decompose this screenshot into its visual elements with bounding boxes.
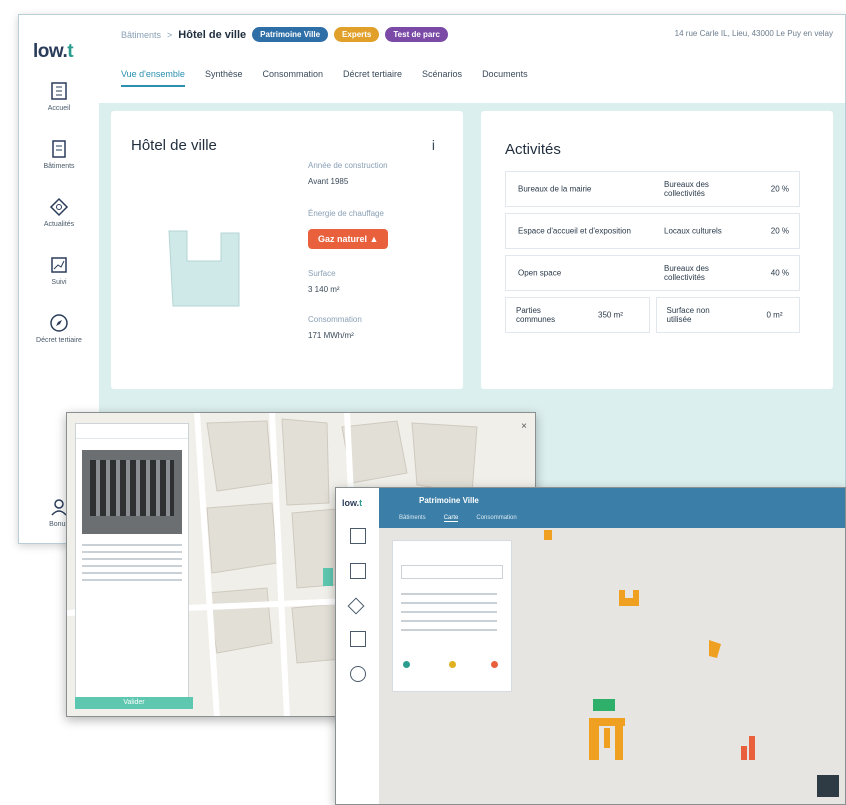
legend-dot-yellow — [449, 661, 456, 668]
building-popup — [75, 423, 189, 705]
page-title: Hôtel de ville — [178, 28, 247, 41]
breadcrumb-root[interactable]: Bâtiments — [121, 30, 161, 40]
eye-icon[interactable] — [350, 666, 366, 682]
gis-window: low.t Patrimoine Ville Bâtiments Carte C… — [335, 487, 846, 805]
activity-category: Bureaux des collectivités — [664, 264, 709, 282]
activities-footer: Parties communes 350 m² Surface non util… — [505, 297, 800, 339]
building-icon[interactable] — [350, 528, 366, 544]
building-footprint — [168, 230, 240, 307]
sidebar-item-label: Actualités — [43, 221, 75, 228]
energy-badge[interactable]: Gaz naturel ▲ — [308, 229, 389, 249]
breadcrumb: Bâtiments > Hôtel de ville Patrimoine Vi… — [121, 27, 448, 42]
badge-experts[interactable]: Experts — [334, 27, 380, 42]
gis-filter-list[interactable] — [401, 593, 497, 635]
app-logo[interactable]: low.t — [33, 41, 74, 63]
activity-pct: 40 % — [770, 268, 789, 278]
chart-icon — [51, 257, 67, 273]
sidebar-item-label: Accueil — [47, 105, 71, 112]
sidebar-item-suivi[interactable]: Suivi — [19, 255, 99, 286]
building-photo — [82, 450, 182, 534]
sidebar-item-accueil[interactable]: Accueil — [19, 81, 99, 112]
field-value-consommation: 171 MWh/m² — [308, 331, 354, 340]
gis-tab-carte[interactable]: Carte — [443, 515, 459, 522]
chart-icon[interactable] — [350, 631, 366, 647]
unused-area-cell: Surface non utilisée 0 m² — [655, 297, 800, 333]
badge-test-parc[interactable]: Test de parc — [385, 27, 448, 42]
tab-vue-ensemble[interactable]: Vue d'ensemble — [121, 69, 185, 87]
top-bar: Bâtiments > Hôtel de ville Patrimoine Vi… — [99, 15, 845, 103]
energy-value: Gaz naturel — [318, 234, 368, 244]
sidebar-item-label: Suivi — [51, 279, 67, 286]
building-card: Hôtel de ville i Année de construction A… — [111, 111, 463, 389]
sidebar-item-actualites[interactable]: Actualités — [19, 197, 99, 228]
breadcrumb-separator: > — [167, 29, 173, 40]
badge-patrimoine[interactable]: Patrimoine Ville — [252, 27, 329, 42]
sidebar-item-label: Bâtiments — [43, 163, 75, 170]
building-icon — [51, 82, 67, 100]
unused-area-value: 0 m² — [766, 310, 783, 320]
document-icon — [52, 140, 66, 158]
tab-consommation[interactable]: Consommation — [262, 69, 323, 87]
gis-title: Patrimoine Ville — [419, 496, 479, 505]
diamond-icon[interactable] — [347, 597, 365, 615]
search-input[interactable] — [76, 424, 188, 439]
building-address: 14 rue Carle IL, Lieu, 43000 Le Puy en v… — [674, 29, 833, 38]
field-label-surface: Surface — [308, 269, 336, 278]
common-area-cell: Parties communes 350 m² — [505, 297, 650, 333]
gis-tab-batiments[interactable]: Bâtiments — [399, 515, 426, 522]
activities-card: Activités Bureaux de la mairie Bureaux d… — [481, 111, 833, 389]
common-area-label: Parties communes — [516, 306, 556, 324]
validate-button[interactable]: Valider — [75, 697, 193, 709]
sidebar-item-batiments[interactable]: Bâtiments — [19, 139, 99, 170]
unused-area-label: Surface non utilisée — [666, 306, 710, 324]
compass-icon — [50, 314, 68, 332]
field-value-surface: 3 140 m² — [308, 285, 340, 294]
sidebar-item-decret[interactable]: Décret tertiaire — [19, 313, 99, 344]
tab-scenarios[interactable]: Scénarios — [422, 69, 462, 87]
gis-sidebar: low.t — [336, 488, 380, 804]
gis-filter-panel — [392, 540, 512, 692]
common-area-value: 350 m² — [598, 310, 623, 320]
activity-name: Open space — [518, 268, 562, 278]
tab-bar: Vue d'ensemble Synthèse Consommation Déc… — [121, 69, 528, 87]
activity-pct: 20 % — [770, 184, 789, 194]
document-icon[interactable] — [350, 563, 366, 579]
close-icon[interactable]: × — [521, 421, 527, 432]
tab-documents[interactable]: Documents — [482, 69, 528, 87]
activity-row[interactable]: Espace d'accueil et d'exposition Locaux … — [505, 213, 800, 249]
field-label-annee: Année de construction — [308, 161, 388, 170]
gis-header: Patrimoine Ville Bâtiments Carte Consomm… — [379, 488, 845, 528]
building-card-title: Hôtel de ville — [131, 137, 217, 154]
sidebar-item-label: Décret tertiaire — [36, 337, 82, 344]
gis-logo[interactable]: low.t — [342, 498, 362, 508]
field-value-annee: Avant 1985 — [308, 177, 349, 186]
building-description — [82, 544, 182, 584]
activities-title: Activités — [505, 141, 561, 158]
gis-tab-consommation[interactable]: Consommation — [476, 515, 516, 522]
legend-dot-red — [491, 661, 498, 668]
field-label-energie: Énergie de chauffage — [308, 209, 384, 218]
tab-decret-tertiaire[interactable]: Décret tertiaire — [343, 69, 402, 87]
info-icon[interactable]: i — [432, 137, 435, 153]
activity-name: Bureaux de la mairie — [518, 184, 592, 194]
activity-category: Bureaux des collectivités — [664, 180, 709, 198]
activities-table: Bureaux de la mairie Bureaux des collect… — [505, 171, 800, 339]
activity-row[interactable]: Open space Bureaux des collectivités 40 … — [505, 255, 800, 291]
field-label-consommation: Consommation — [308, 315, 362, 324]
legend-dot-green — [403, 661, 410, 668]
activity-row[interactable]: Bureaux de la mairie Bureaux des collect… — [505, 171, 800, 207]
diamond-icon — [49, 197, 69, 217]
gis-tabs: Bâtiments Carte Consommation — [399, 515, 517, 522]
flame-icon: ▲ — [369, 234, 379, 244]
tab-synthese[interactable]: Synthèse — [205, 69, 243, 87]
activity-pct: 20 % — [770, 226, 789, 236]
activity-category: Locaux culturels — [664, 226, 722, 236]
gis-search-input[interactable] — [401, 565, 503, 579]
activity-name: Espace d'accueil et d'exposition — [518, 226, 631, 236]
